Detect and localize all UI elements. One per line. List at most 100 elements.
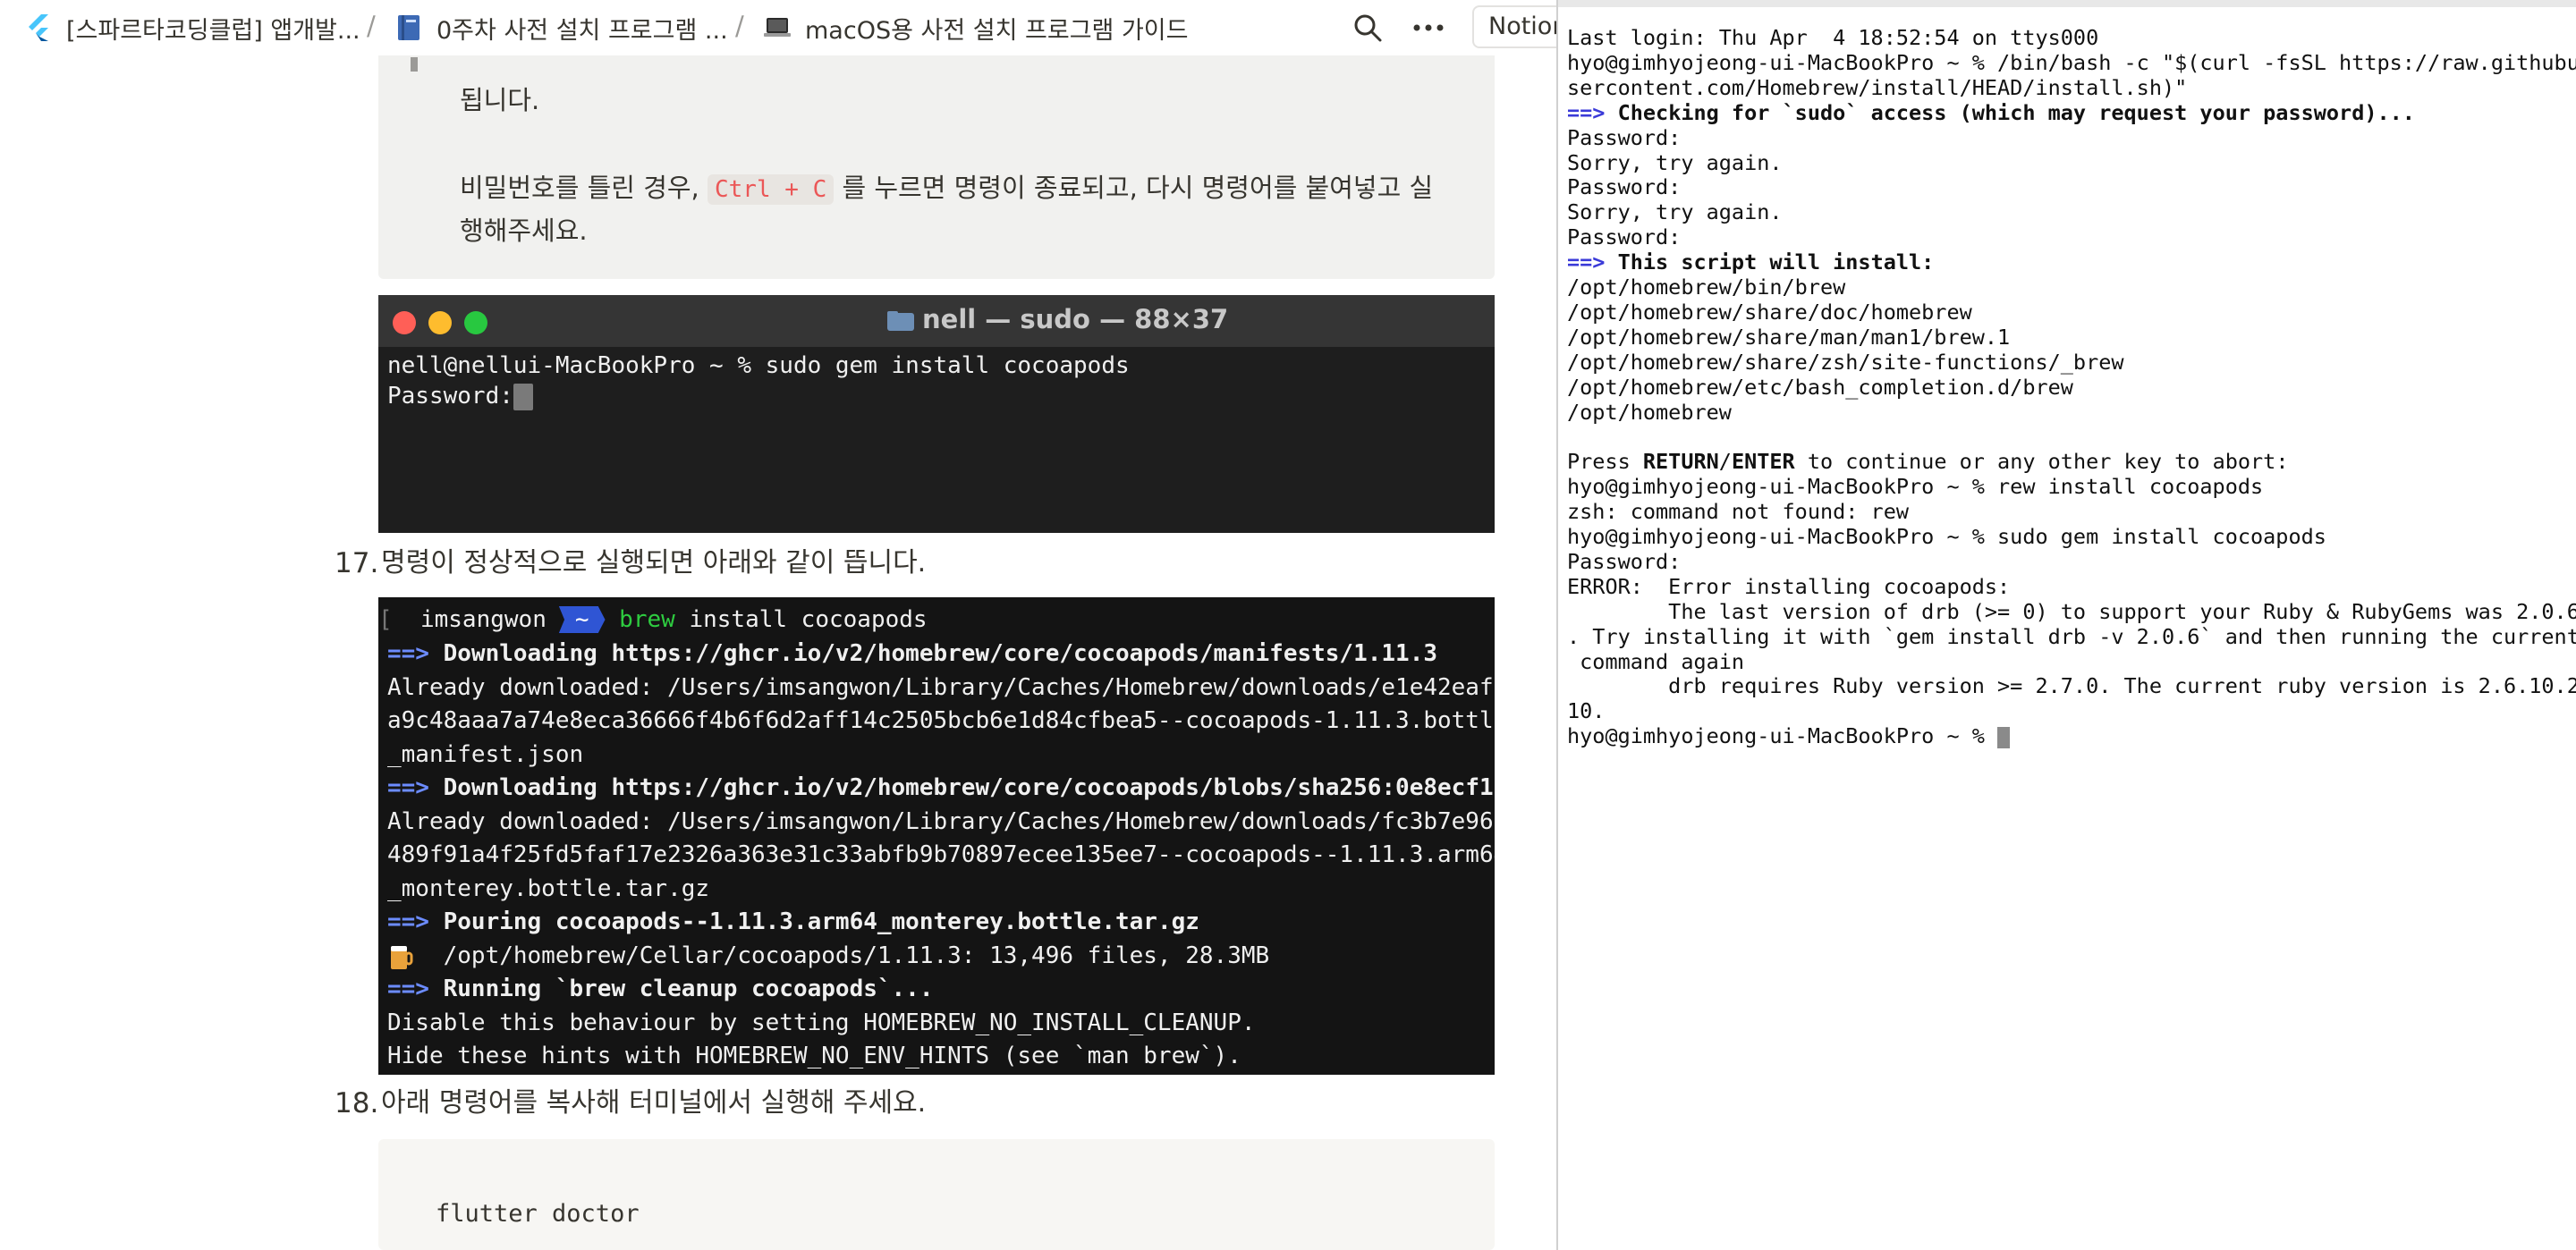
close-button-icon — [393, 311, 416, 334]
terminal-line: sercontent.com/Homebrew/install/HEAD/ins… — [1567, 75, 2187, 100]
flutter-icon — [29, 14, 48, 41]
terminal-line: ERROR: Error installing cocoapods: — [1567, 574, 2010, 599]
breadcrumb-item-3[interactable]: macOS용 사전 설치 프로그램 가이드 — [762, 12, 1189, 45]
terminal-screenshot-2: [ imsangwon ~ brew install cocoapods ==> … — [378, 597, 1495, 1075]
terminal-line: 489f91a4f25fd5faf17e2326a363e31c33abfb9b… — [387, 841, 1495, 868]
terminal-bold-text: Running `brew cleanup cocoapods`... — [428, 976, 934, 1002]
terminal-line: _manifest.json — [387, 740, 584, 768]
terminal-line: Last login: Thu Apr 4 18:52:54 on ttys00… — [1567, 25, 2098, 50]
arrow-marker: ==> — [1567, 99, 1606, 125]
terminal-line: Already downloaded: /Users/imsangwon/Lib… — [387, 673, 1495, 701]
terminal-line: a9c48aaa7a74e8eca36666f4b6f6d2aff14c2505… — [387, 707, 1495, 734]
terminal-line: hyo@gimhyojeong-ui-MacBookPro ~ % sudo g… — [1567, 524, 2326, 549]
terminal-text: RETURN — [1642, 449, 1719, 475]
terminal-line: zsh: command not found: rew — [1567, 499, 1909, 524]
terminal-line: Already downloaded: /Users/imsangwon/Lib… — [387, 807, 1495, 835]
terminal-line: Hide these hints with HOMEBREW_NO_ENV_HI… — [387, 1043, 1241, 1069]
terminal-line: Password: — [1567, 224, 1681, 249]
code-block[interactable]: flutter doctor — [378, 1139, 1495, 1250]
cmd-brew: brew — [619, 606, 675, 633]
terminal-text: sercontent.com/Homebrew/install/HEAD/ins… — [1567, 74, 2188, 100]
step-text: 아래 명령어를 복사해 터미널에서 실행해 주세요. — [381, 1087, 927, 1119]
terminal-text: ENTER — [1731, 449, 1795, 475]
terminal-title: nell — sudo — 88×37 — [886, 304, 1228, 334]
prompt-user: imsangwon — [419, 606, 547, 633]
terminal-text: Sorry, try again. — [1567, 199, 1783, 225]
terminal-text: Password: — [387, 383, 513, 410]
terminal-line: /opt/homebrew/bin/brew — [1567, 274, 1845, 300]
more-icon[interactable] — [1410, 13, 1447, 43]
terminal-line: drb requires Ruby version >= 2.7.0. The … — [1567, 673, 2576, 698]
terminal-bold-text: This script will install: — [1605, 249, 1935, 275]
terminal-text: /opt/homebrew/share/doc/homebrew — [1567, 299, 1972, 325]
minimize-button-icon — [428, 311, 452, 334]
text-cursor — [1997, 726, 2011, 748]
breadcrumb-item-2[interactable]: 0주차 사전 설치 프로그램 ... — [394, 12, 728, 45]
terminal-line: Press RETURN/ENTER to continue or any ot… — [1567, 449, 2288, 474]
terminal-text: The last version of drb (>= 0) to suppor… — [1567, 598, 2576, 624]
prompt-dir: ~ — [558, 606, 606, 633]
terminal-text: /opt/homebrew/etc/bash_completion.d/brew — [1567, 374, 2073, 400]
terminal-line: ==> Downloading https://ghcr.io/v2/homeb… — [387, 640, 1437, 667]
terminal-text: ERROR: Error installing cocoapods: — [1567, 573, 2011, 599]
inline-code: Ctrl + C — [708, 174, 835, 205]
terminal-text: Press — [1567, 449, 1643, 475]
terminal-line: 10. — [1567, 698, 1605, 723]
arrow-marker: ==> — [387, 774, 429, 801]
terminal-line: The last version of drb (>= 0) to suppor… — [1567, 599, 2576, 624]
terminal-line: ==> Checking for `sudo` access (which ma… — [1567, 100, 2415, 125]
terminal-text: hyo@gimhyojeong-ui-MacBookPro ~ % /bin/b… — [1567, 49, 2576, 75]
step-number: 18. — [335, 1087, 379, 1119]
terminal-text: hyo@gimhyojeong-ui-MacBookPro ~ % sudo g… — [1567, 524, 2326, 549]
terminal-line: Disable this behaviour by setting HOMEBR… — [387, 1009, 1256, 1036]
terminal-line: . Try installing it with `gem install dr… — [1567, 624, 2576, 649]
callout-text: 를 누르면 명령이 종료되고, 다시 명령어를 붙여넣고 실 — [834, 173, 1434, 203]
terminal-line: hyo@gimhyojeong-ui-MacBookPro ~ % /bin/b… — [1567, 50, 2576, 75]
terminal-line: Password: — [1567, 125, 1681, 150]
search-icon[interactable] — [1352, 13, 1383, 43]
arrow-marker: ==> — [387, 976, 429, 1002]
terminal-line: /opt/homebrew/Cellar/cocoapods/1.11.3: 1… — [387, 942, 1270, 969]
callout-text-line3: 행해주세요. — [460, 215, 588, 246]
prompt-line: [ imsangwon ~ brew install cocoapods — [378, 606, 928, 633]
terminal-line: /opt/homebrew/share/man/man1/brew.1 — [1567, 325, 2010, 350]
notion-button[interactable]: Notion — [1472, 5, 1556, 48]
terminal-line: Password: — [1567, 549, 1681, 574]
breadcrumb-separator: / — [367, 11, 376, 41]
terminal-screenshot-1: nell — sudo — 88×37 nell@nellui-MacBookP… — [378, 295, 1495, 533]
terminal-text: Password: — [1567, 124, 1682, 150]
breadcrumb-label: 0주차 사전 설치 프로그램 ... — [436, 16, 728, 45]
terminal-line: _monterey.bottle.tar.gz — [387, 874, 710, 902]
terminal-titlebar: nell — sudo — 88×37 — [378, 295, 1495, 347]
step-number: 17. — [335, 547, 379, 579]
terminal-text: Sorry, try again. — [1567, 149, 1783, 175]
terminal-line: /opt/homebrew — [1567, 400, 1732, 425]
terminal-text: /opt/homebrew/bin/brew — [1567, 274, 1846, 300]
breadcrumb-label: [스파르타코딩클럽] 앱개발... — [66, 16, 360, 45]
terminal-bold-text: Downloading https://ghcr.io/v2/homebrew/… — [428, 640, 1438, 667]
book-icon — [398, 15, 419, 40]
terminal-window[interactable]: Last login: Thu Apr 4 18:52:54 on ttys00… — [1556, 0, 2576, 1250]
terminal-text: /opt/homebrew/share/zsh/site-functions/_… — [1567, 349, 2124, 375]
terminal-bold-text: Pouring cocoapods--1.11.3.arm64_monterey… — [428, 908, 1199, 935]
terminal-text: command again — [1567, 648, 1745, 674]
step-text: 명령이 정상적으로 실행되면 아래와 같이 뜹니다. — [381, 547, 927, 579]
terminal-text: drb requires Ruby version >= 2.7.0. The … — [1567, 673, 2576, 699]
terminal-bold-text: Checking for `sudo` access (which may re… — [1605, 99, 2415, 125]
terminal-line: ==> Downloading https://ghcr.io/v2/homeb… — [387, 774, 1495, 801]
terminal-line: ==> Running `brew cleanup cocoapods`... — [387, 976, 934, 1002]
breadcrumb-item-1[interactable]: [스파르타코딩클럽] 앱개발... — [23, 12, 360, 45]
terminal-titlebar — [1558, 0, 2576, 7]
beer-icon — [391, 946, 413, 969]
terminal-line: hyo@gimhyojeong-ui-MacBookPro ~ % — [1567, 723, 2011, 748]
callout-text: 비밀번호를 틀린 경우, — [460, 173, 708, 203]
terminal-text: /opt/homebrew — [1567, 399, 1732, 425]
terminal-line: nell@nellui-MacBookPro ~ % sudo gem inst… — [387, 352, 1130, 379]
terminal-line: command again — [1567, 649, 1744, 674]
terminal-line: /opt/homebrew/etc/bash_completion.d/brew — [1567, 375, 2073, 400]
terminal-line: hyo@gimhyojeong-ui-MacBookPro ~ % rew in… — [1567, 474, 2263, 499]
arrow-marker: ==> — [387, 640, 429, 667]
terminal-line: ==> Pouring cocoapods--1.11.3.arm64_mont… — [387, 908, 1199, 935]
terminal-title-text: nell — sudo — 88×37 — [922, 304, 1229, 334]
terminal-text: 10. — [1567, 698, 1606, 724]
